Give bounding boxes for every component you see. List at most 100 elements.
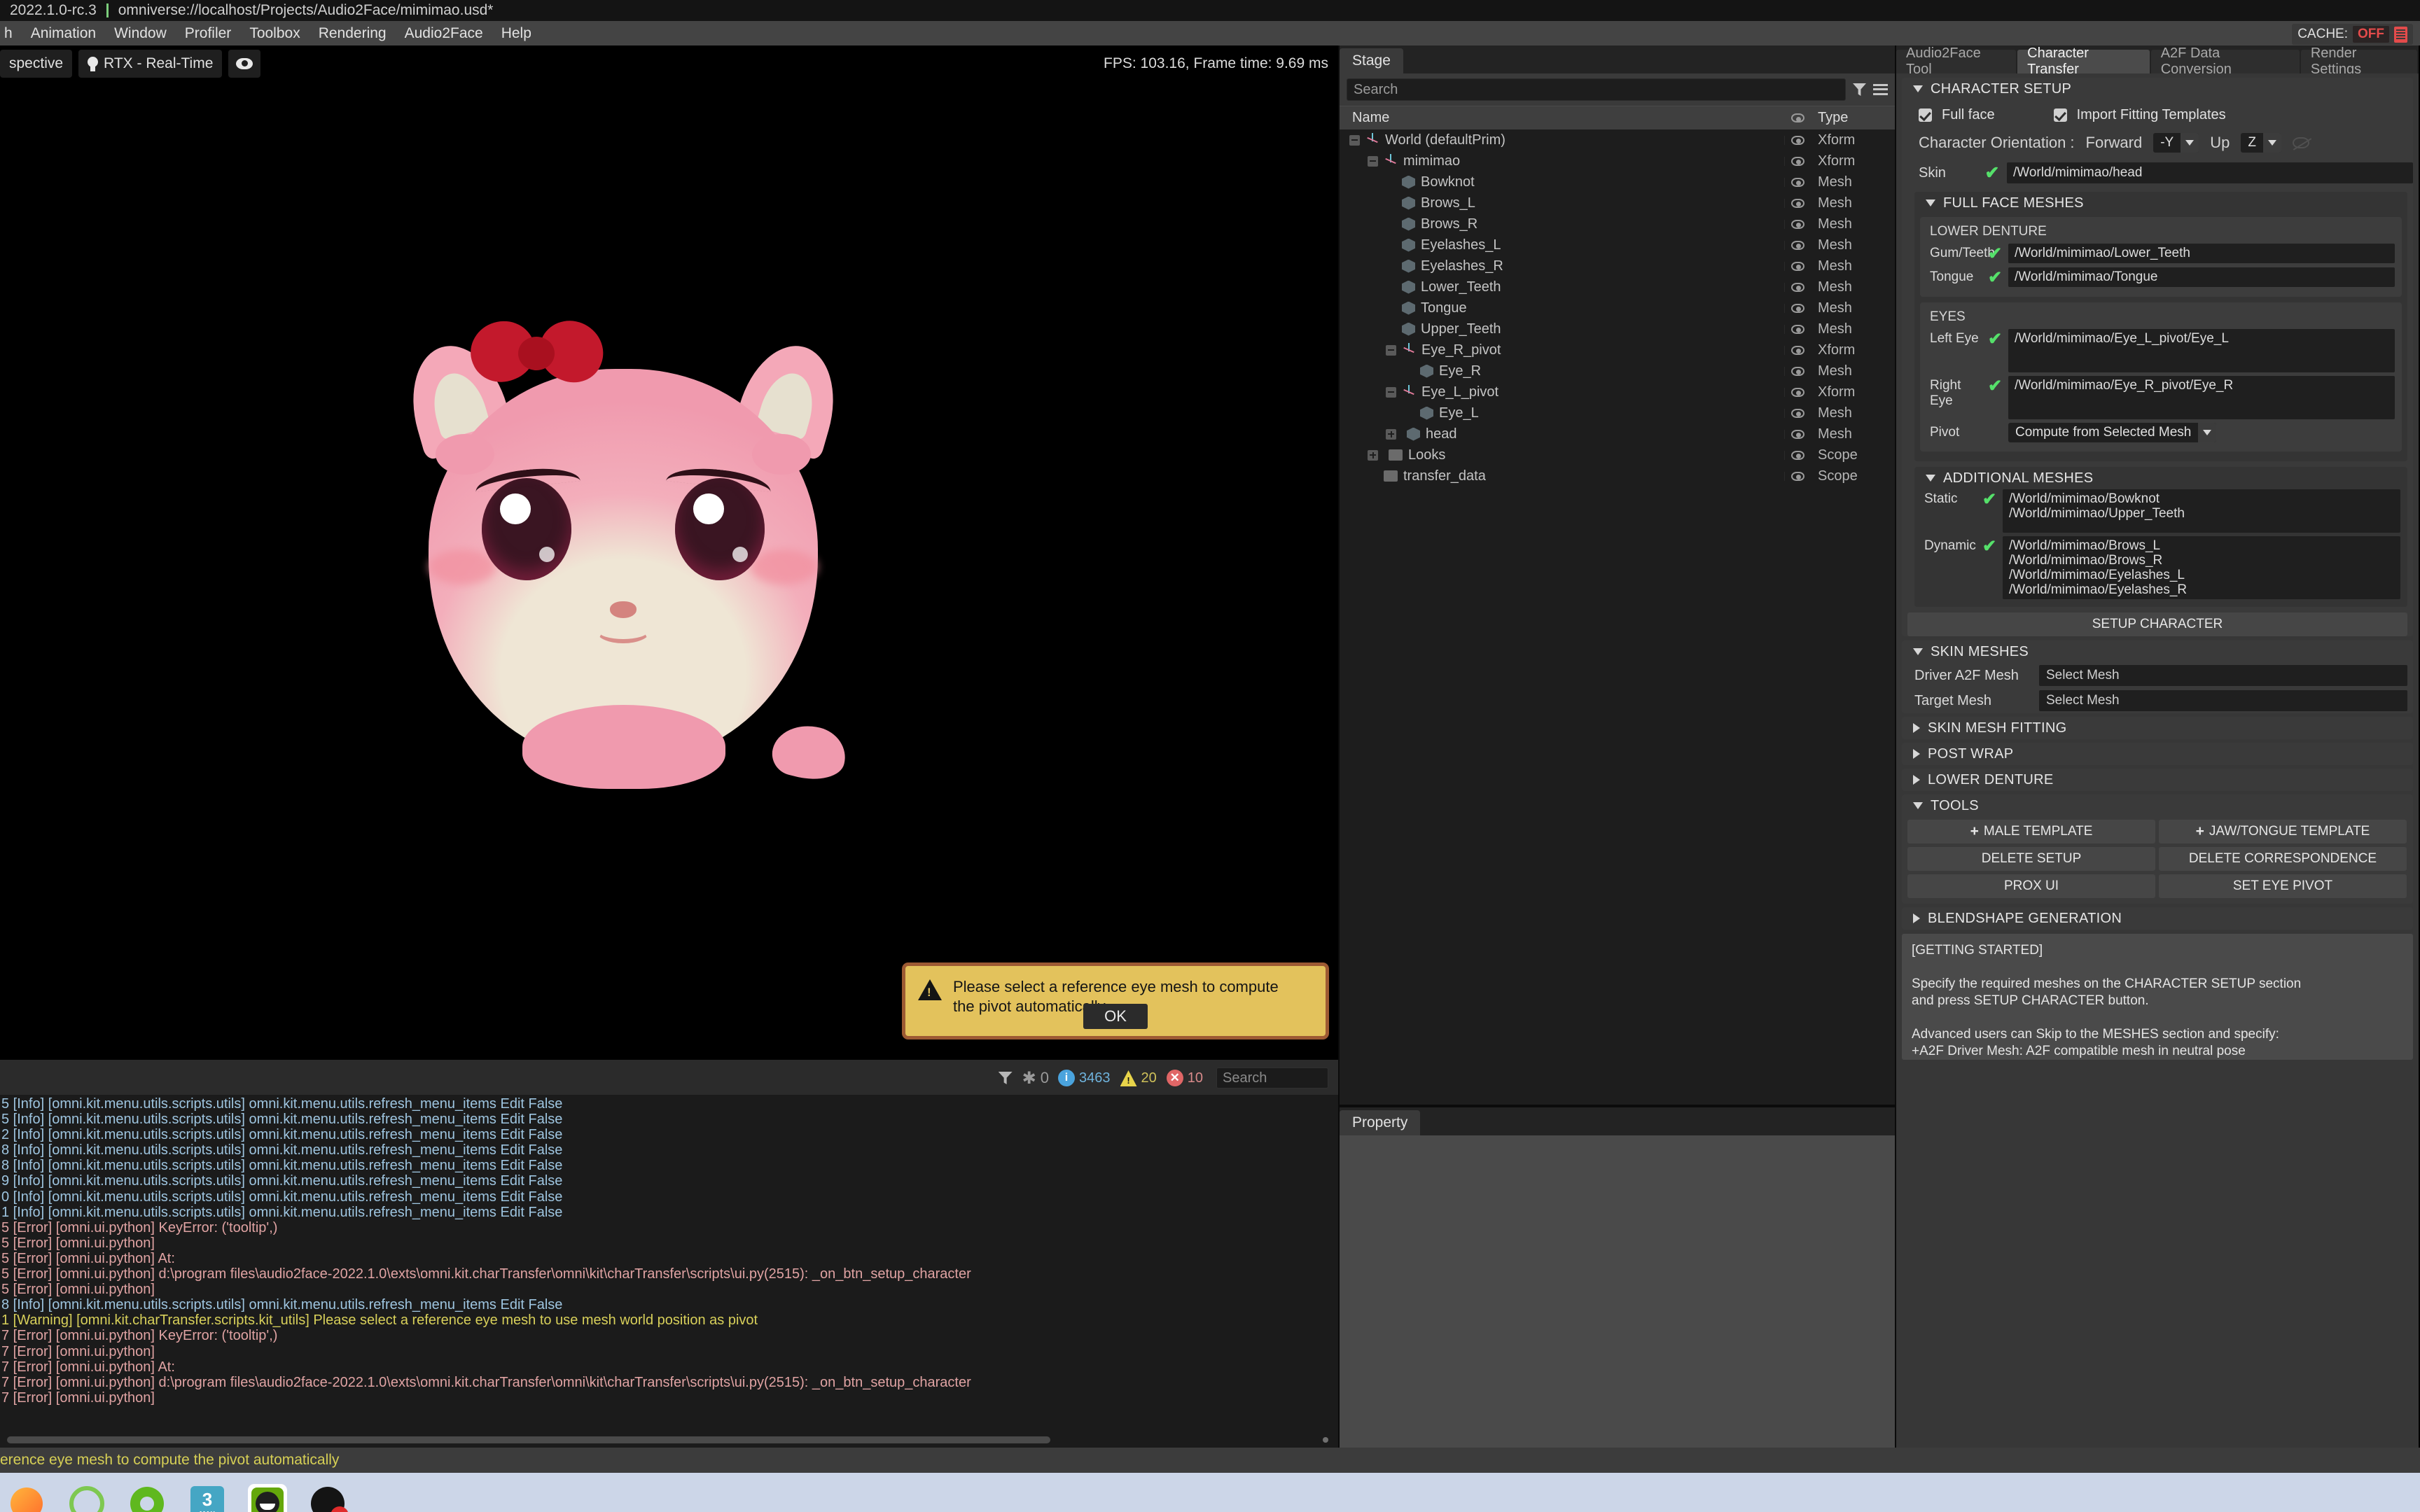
row-visibility-toggle[interactable] <box>1784 345 1811 355</box>
menu-item-toolbox[interactable]: Toolbox <box>249 25 300 42</box>
character-setup-header[interactable]: CHARACTER SETUP <box>1902 78 2413 100</box>
tab-property[interactable]: Property <box>1340 1110 1421 1135</box>
stage-tree-row[interactable]: Lower_Teeth Mesh <box>1340 276 1895 298</box>
tab-a2f-data-conversion[interactable]: A2F Data Conversion <box>2150 46 2300 77</box>
asterisk-icon[interactable]: ✱ <box>1022 1068 1036 1088</box>
menu-item-profiler[interactable]: Profiler <box>185 25 232 42</box>
row-visibility-toggle[interactable] <box>1784 450 1811 460</box>
stage-tree-row[interactable]: Bowknot Mesh <box>1340 172 1895 192</box>
stage-filter-icon[interactable] <box>1853 83 1866 96</box>
section-lower-denture[interactable]: LOWER DENTURE <box>1902 769 2413 791</box>
row-visibility-toggle[interactable] <box>1784 282 1811 292</box>
section-blendshape-generation[interactable]: BLENDSHAPE GENERATION <box>1902 907 2413 930</box>
console-error-counter[interactable]: ✕ 10 <box>1162 1070 1208 1086</box>
camera-chip[interactable]: spective <box>0 50 73 78</box>
section-skin-mesh-fitting[interactable]: SKIN MESH FITTING <box>1902 717 2413 739</box>
menu-item-help[interactable]: Help <box>501 25 531 42</box>
up-axis-dropdown[interactable]: Z <box>2241 133 2281 153</box>
forward-axis-dropdown[interactable]: -Y <box>2153 133 2199 153</box>
stage-tree-row[interactable]: head Mesh <box>1340 424 1895 444</box>
skin-mesh-fitting-header[interactable]: SKIN MESH FITTING <box>1902 717 2413 739</box>
skin-path-field[interactable]: /World/mimimao/head <box>2007 162 2413 183</box>
lower-denture-header[interactable]: LOWER DENTURE <box>1902 769 2413 791</box>
left-eye-path-field[interactable]: /World/mimimao/Eye_L_pivot/Eye_L <box>2008 329 2395 372</box>
collapse-icon[interactable] <box>1368 155 1378 167</box>
import-fitting-templates-checkbox[interactable] <box>2053 108 2067 122</box>
stage-tree-row[interactable]: Upper_Teeth Mesh <box>1340 318 1895 340</box>
full-face-meshes-header[interactable]: FULL FACE MESHES <box>1914 192 2407 214</box>
menu-item-audio2face[interactable]: Audio2Face <box>405 25 483 42</box>
console-output[interactable]: 5 [Info] [omni.kit.menu.utils.scripts.ut… <box>0 1095 1338 1448</box>
row-visibility-toggle[interactable] <box>1784 240 1811 250</box>
stage-tree-row[interactable]: Eye_R_pivot Xform <box>1340 340 1895 360</box>
taskbar-firefox-icon[interactable] <box>7 1484 46 1512</box>
target-mesh-field[interactable]: Select Mesh <box>2039 690 2407 711</box>
right-eye-path-field[interactable]: /World/mimimao/Eye_R_pivot/Eye_R <box>2008 376 2395 419</box>
stage-tree-row[interactable]: Eyelashes_R Mesh <box>1340 255 1895 276</box>
tools-header[interactable]: TOOLS <box>1902 794 2413 817</box>
row-visibility-toggle[interactable] <box>1784 219 1811 229</box>
taskbar-audio2face-icon[interactable] <box>248 1484 287 1512</box>
menu-item-rendering[interactable]: Rendering <box>319 25 387 42</box>
row-visibility-toggle[interactable] <box>1784 471 1811 481</box>
row-visibility-toggle[interactable] <box>1784 156 1811 166</box>
full-face-checkbox[interactable] <box>1919 108 1932 122</box>
stage-tree-row[interactable]: Eye_L Mesh <box>1340 402 1895 424</box>
jaw-tongue-template-button[interactable]: + JAW/TONGUE TEMPLATE <box>2159 820 2407 844</box>
orientation-preview-icon[interactable] <box>2292 137 2309 148</box>
menu-item-h[interactable]: h <box>4 25 13 42</box>
skin-meshes-header[interactable]: SKIN MESHES <box>1902 640 2413 663</box>
stage-tree-row[interactable]: mimimao Xform <box>1340 150 1895 172</box>
row-visibility-toggle[interactable] <box>1784 408 1811 418</box>
additional-meshes-header[interactable]: ADDITIONAL MESHES <box>1914 467 2407 489</box>
taskbar-obs-icon[interactable] <box>308 1484 347 1512</box>
stage-tree-row[interactable]: Eye_R Mesh <box>1340 360 1895 382</box>
tab-stage[interactable]: Stage <box>1340 48 1403 74</box>
row-visibility-toggle[interactable] <box>1784 135 1811 145</box>
row-visibility-toggle[interactable] <box>1784 198 1811 208</box>
section-post-wrap[interactable]: POST WRAP <box>1902 743 2413 765</box>
row-visibility-toggle[interactable] <box>1784 324 1811 334</box>
stage-search-input[interactable]: Search <box>1347 78 1846 101</box>
stage-tree-row[interactable]: Tongue Mesh <box>1340 298 1895 318</box>
filter-icon[interactable] <box>998 1072 1013 1084</box>
male-template-button[interactable]: + MALE TEMPLATE <box>1907 820 2155 844</box>
static-paths-field[interactable]: /World/mimimao/Bowknot /World/mimimao/Up… <box>2003 489 2400 533</box>
cache-indicator[interactable]: CACHE: OFF <box>2292 24 2413 45</box>
console-info-counter[interactable]: i 3463 <box>1053 1070 1115 1086</box>
stage-tree-row[interactable]: Eyelashes_L Mesh <box>1340 234 1895 255</box>
set-eye-pivot-button[interactable]: SET EYE PIVOT <box>2159 874 2407 898</box>
renderer-chip[interactable]: RTX - Real-Time <box>78 50 223 78</box>
console-warning-counter[interactable]: ! 20 <box>1115 1070 1162 1086</box>
collapse-icon[interactable] <box>1349 134 1360 146</box>
stage-tree-row[interactable]: World (defaultPrim) Xform <box>1340 130 1895 150</box>
warning-dialog[interactable]: Please select a reference eye mesh to co… <box>902 962 1329 1040</box>
stage-tree-row[interactable]: Looks Scope <box>1340 444 1895 465</box>
row-visibility-toggle[interactable] <box>1784 303 1811 313</box>
row-visibility-toggle[interactable] <box>1784 177 1811 187</box>
stage-tree-row[interactable]: Eye_L_pivot Xform <box>1340 382 1895 402</box>
row-visibility-toggle[interactable] <box>1784 429 1811 439</box>
post-wrap-header[interactable]: POST WRAP <box>1902 743 2413 765</box>
console-search-input[interactable]: Search <box>1216 1068 1328 1088</box>
row-visibility-toggle[interactable] <box>1784 366 1811 376</box>
stage-tree[interactable]: World (defaultPrim) Xform mimimao Xform Bowk… <box>1340 130 1895 1105</box>
row-visibility-toggle[interactable] <box>1784 261 1811 271</box>
taskbar-internet-explorer-icon[interactable] <box>67 1484 106 1512</box>
stage-tree-row[interactable]: Brows_L Mesh <box>1340 192 1895 214</box>
expand-icon[interactable] <box>1368 449 1378 461</box>
taskbar-3dsmax-icon[interactable]: 3MAX <box>188 1484 227 1512</box>
tab-render-settings[interactable]: Render Settings <box>2300 46 2417 77</box>
row-visibility-toggle[interactable] <box>1784 387 1811 397</box>
delete-setup-button[interactable]: DELETE SETUP <box>1907 847 2155 871</box>
stage-tree-row[interactable]: transfer_data Scope <box>1340 465 1895 486</box>
gum-teeth-path-field[interactable]: /World/mimimao/Lower_Teeth <box>2008 244 2395 263</box>
stage-tree-row[interactable]: Brows_R Mesh <box>1340 214 1895 234</box>
expand-icon[interactable] <box>1386 428 1396 440</box>
dynamic-paths-field[interactable]: /World/mimimao/Brows_L /World/mimimao/Br… <box>2003 536 2400 599</box>
stage-options-icon[interactable] <box>1873 84 1888 95</box>
tab-character-transfer[interactable]: Character Transfer <box>2017 46 2150 77</box>
collapse-icon[interactable] <box>1386 386 1396 398</box>
prox-ui-button[interactable]: PROX UI <box>1907 874 2155 898</box>
menu-item-window[interactable]: Window <box>114 25 167 42</box>
